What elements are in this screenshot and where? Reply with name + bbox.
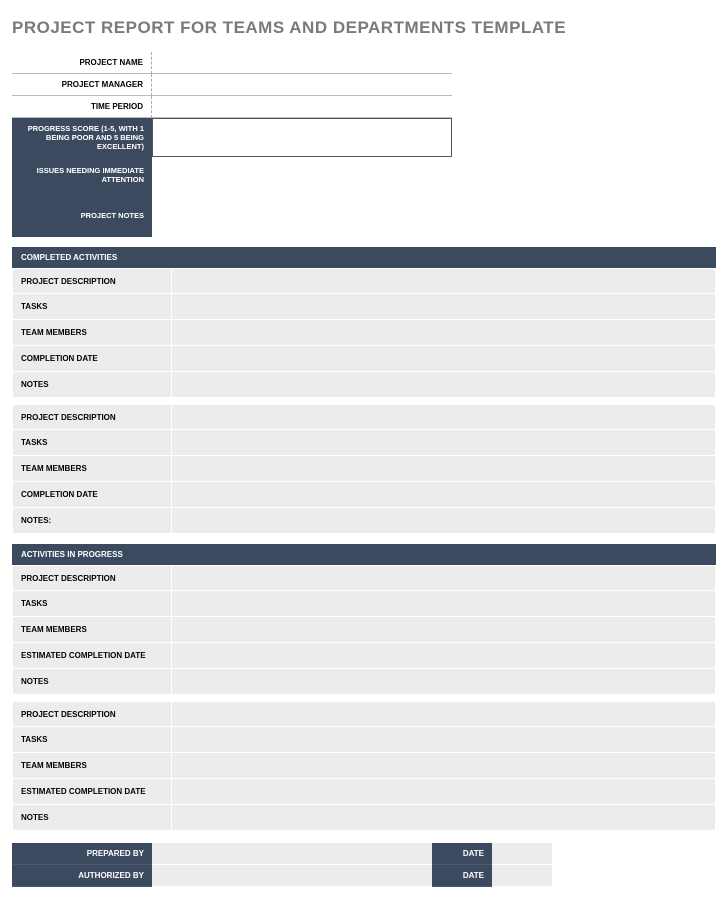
issues-field[interactable] <box>152 157 716 193</box>
notes-field[interactable] <box>172 805 716 831</box>
completed-activities-heading: COMPLETED ACTIVITIES <box>12 247 716 268</box>
issues-label: ISSUES NEEDING IMMEDIATE ATTENTION <box>12 157 152 193</box>
notes-label: NOTES: <box>12 508 172 534</box>
tasks-label: TASKS <box>12 727 172 753</box>
prepared-by-field[interactable] <box>152 843 432 865</box>
team-members-field[interactable] <box>172 753 716 779</box>
tasks-label: TASKS <box>12 294 172 320</box>
authorized-by-field[interactable] <box>152 865 432 887</box>
date-label: DATE <box>432 843 492 865</box>
tasks-field[interactable] <box>172 430 716 456</box>
time-period-label: TIME PERIOD <box>12 96 152 118</box>
project-name-field[interactable] <box>152 52 452 74</box>
team-members-label: TEAM MEMBERS <box>12 753 172 779</box>
notes-field[interactable] <box>172 372 716 398</box>
project-manager-label: PROJECT MANAGER <box>12 74 152 96</box>
completion-date-label: COMPLETION DATE <box>12 346 172 372</box>
project-description-field[interactable] <box>172 404 716 430</box>
completed-block: PROJECT DESCRIPTION TASKS TEAM MEMBERS C… <box>12 404 716 534</box>
notes-field[interactable] <box>172 508 716 534</box>
completion-date-field[interactable] <box>172 482 716 508</box>
activities-in-progress-section: ACTIVITIES IN PROGRESS PROJECT DESCRIPTI… <box>12 544 716 831</box>
tasks-field[interactable] <box>172 727 716 753</box>
time-period-field[interactable] <box>152 96 452 118</box>
date-label: DATE <box>432 865 492 887</box>
tasks-label: TASKS <box>12 430 172 456</box>
team-members-label: TEAM MEMBERS <box>12 456 172 482</box>
team-members-label: TEAM MEMBERS <box>12 320 172 346</box>
completion-date-field[interactable] <box>172 346 716 372</box>
project-description-field[interactable] <box>172 268 716 294</box>
activities-in-progress-heading: ACTIVITIES IN PROGRESS <box>12 544 716 565</box>
project-notes-label: PROJECT NOTES <box>12 193 152 237</box>
estimated-completion-label: ESTIMATED COMPLETION DATE <box>12 779 172 805</box>
completion-date-label: COMPLETION DATE <box>12 482 172 508</box>
notes-label: NOTES <box>12 669 172 695</box>
notes-label: NOTES <box>12 805 172 831</box>
project-name-label: PROJECT NAME <box>12 52 152 74</box>
progress-score-field[interactable] <box>152 118 452 157</box>
estimated-completion-field[interactable] <box>172 643 716 669</box>
project-description-label: PROJECT DESCRIPTION <box>12 268 172 294</box>
estimated-completion-field[interactable] <box>172 779 716 805</box>
tasks-label: TASKS <box>12 591 172 617</box>
tasks-field[interactable] <box>172 591 716 617</box>
progress-score-label: PROGRESS SCORE (1-5, WITH 1 BEING POOR A… <box>12 118 152 157</box>
project-description-field[interactable] <box>172 701 716 727</box>
footer-section: PREPARED BY DATE AUTHORIZED BY DATE <box>12 843 716 887</box>
project-manager-field[interactable] <box>152 74 452 96</box>
tasks-field[interactable] <box>172 294 716 320</box>
prepared-date-field[interactable] <box>492 843 552 865</box>
header-section: PROJECT NAME PROJECT MANAGER TIME PERIOD… <box>12 52 716 237</box>
project-description-label: PROJECT DESCRIPTION <box>12 404 172 430</box>
project-description-label: PROJECT DESCRIPTION <box>12 565 172 591</box>
team-members-field[interactable] <box>172 456 716 482</box>
prepared-by-label: PREPARED BY <box>12 843 152 865</box>
completed-block: PROJECT DESCRIPTION TASKS TEAM MEMBERS C… <box>12 268 716 398</box>
notes-label: NOTES <box>12 372 172 398</box>
team-members-field[interactable] <box>172 320 716 346</box>
project-description-label: PROJECT DESCRIPTION <box>12 701 172 727</box>
notes-field[interactable] <box>172 669 716 695</box>
project-notes-field[interactable] <box>152 193 716 237</box>
estimated-completion-label: ESTIMATED COMPLETION DATE <box>12 643 172 669</box>
authorized-date-field[interactable] <box>492 865 552 887</box>
team-members-label: TEAM MEMBERS <box>12 617 172 643</box>
progress-block: PROJECT DESCRIPTION TASKS TEAM MEMBERS E… <box>12 701 716 831</box>
page-title: PROJECT REPORT FOR TEAMS AND DEPARTMENTS… <box>12 18 716 38</box>
completed-activities-section: COMPLETED ACTIVITIES PROJECT DESCRIPTION… <box>12 247 716 534</box>
team-members-field[interactable] <box>172 617 716 643</box>
authorized-by-label: AUTHORIZED BY <box>12 865 152 887</box>
progress-block: PROJECT DESCRIPTION TASKS TEAM MEMBERS E… <box>12 565 716 695</box>
project-description-field[interactable] <box>172 565 716 591</box>
